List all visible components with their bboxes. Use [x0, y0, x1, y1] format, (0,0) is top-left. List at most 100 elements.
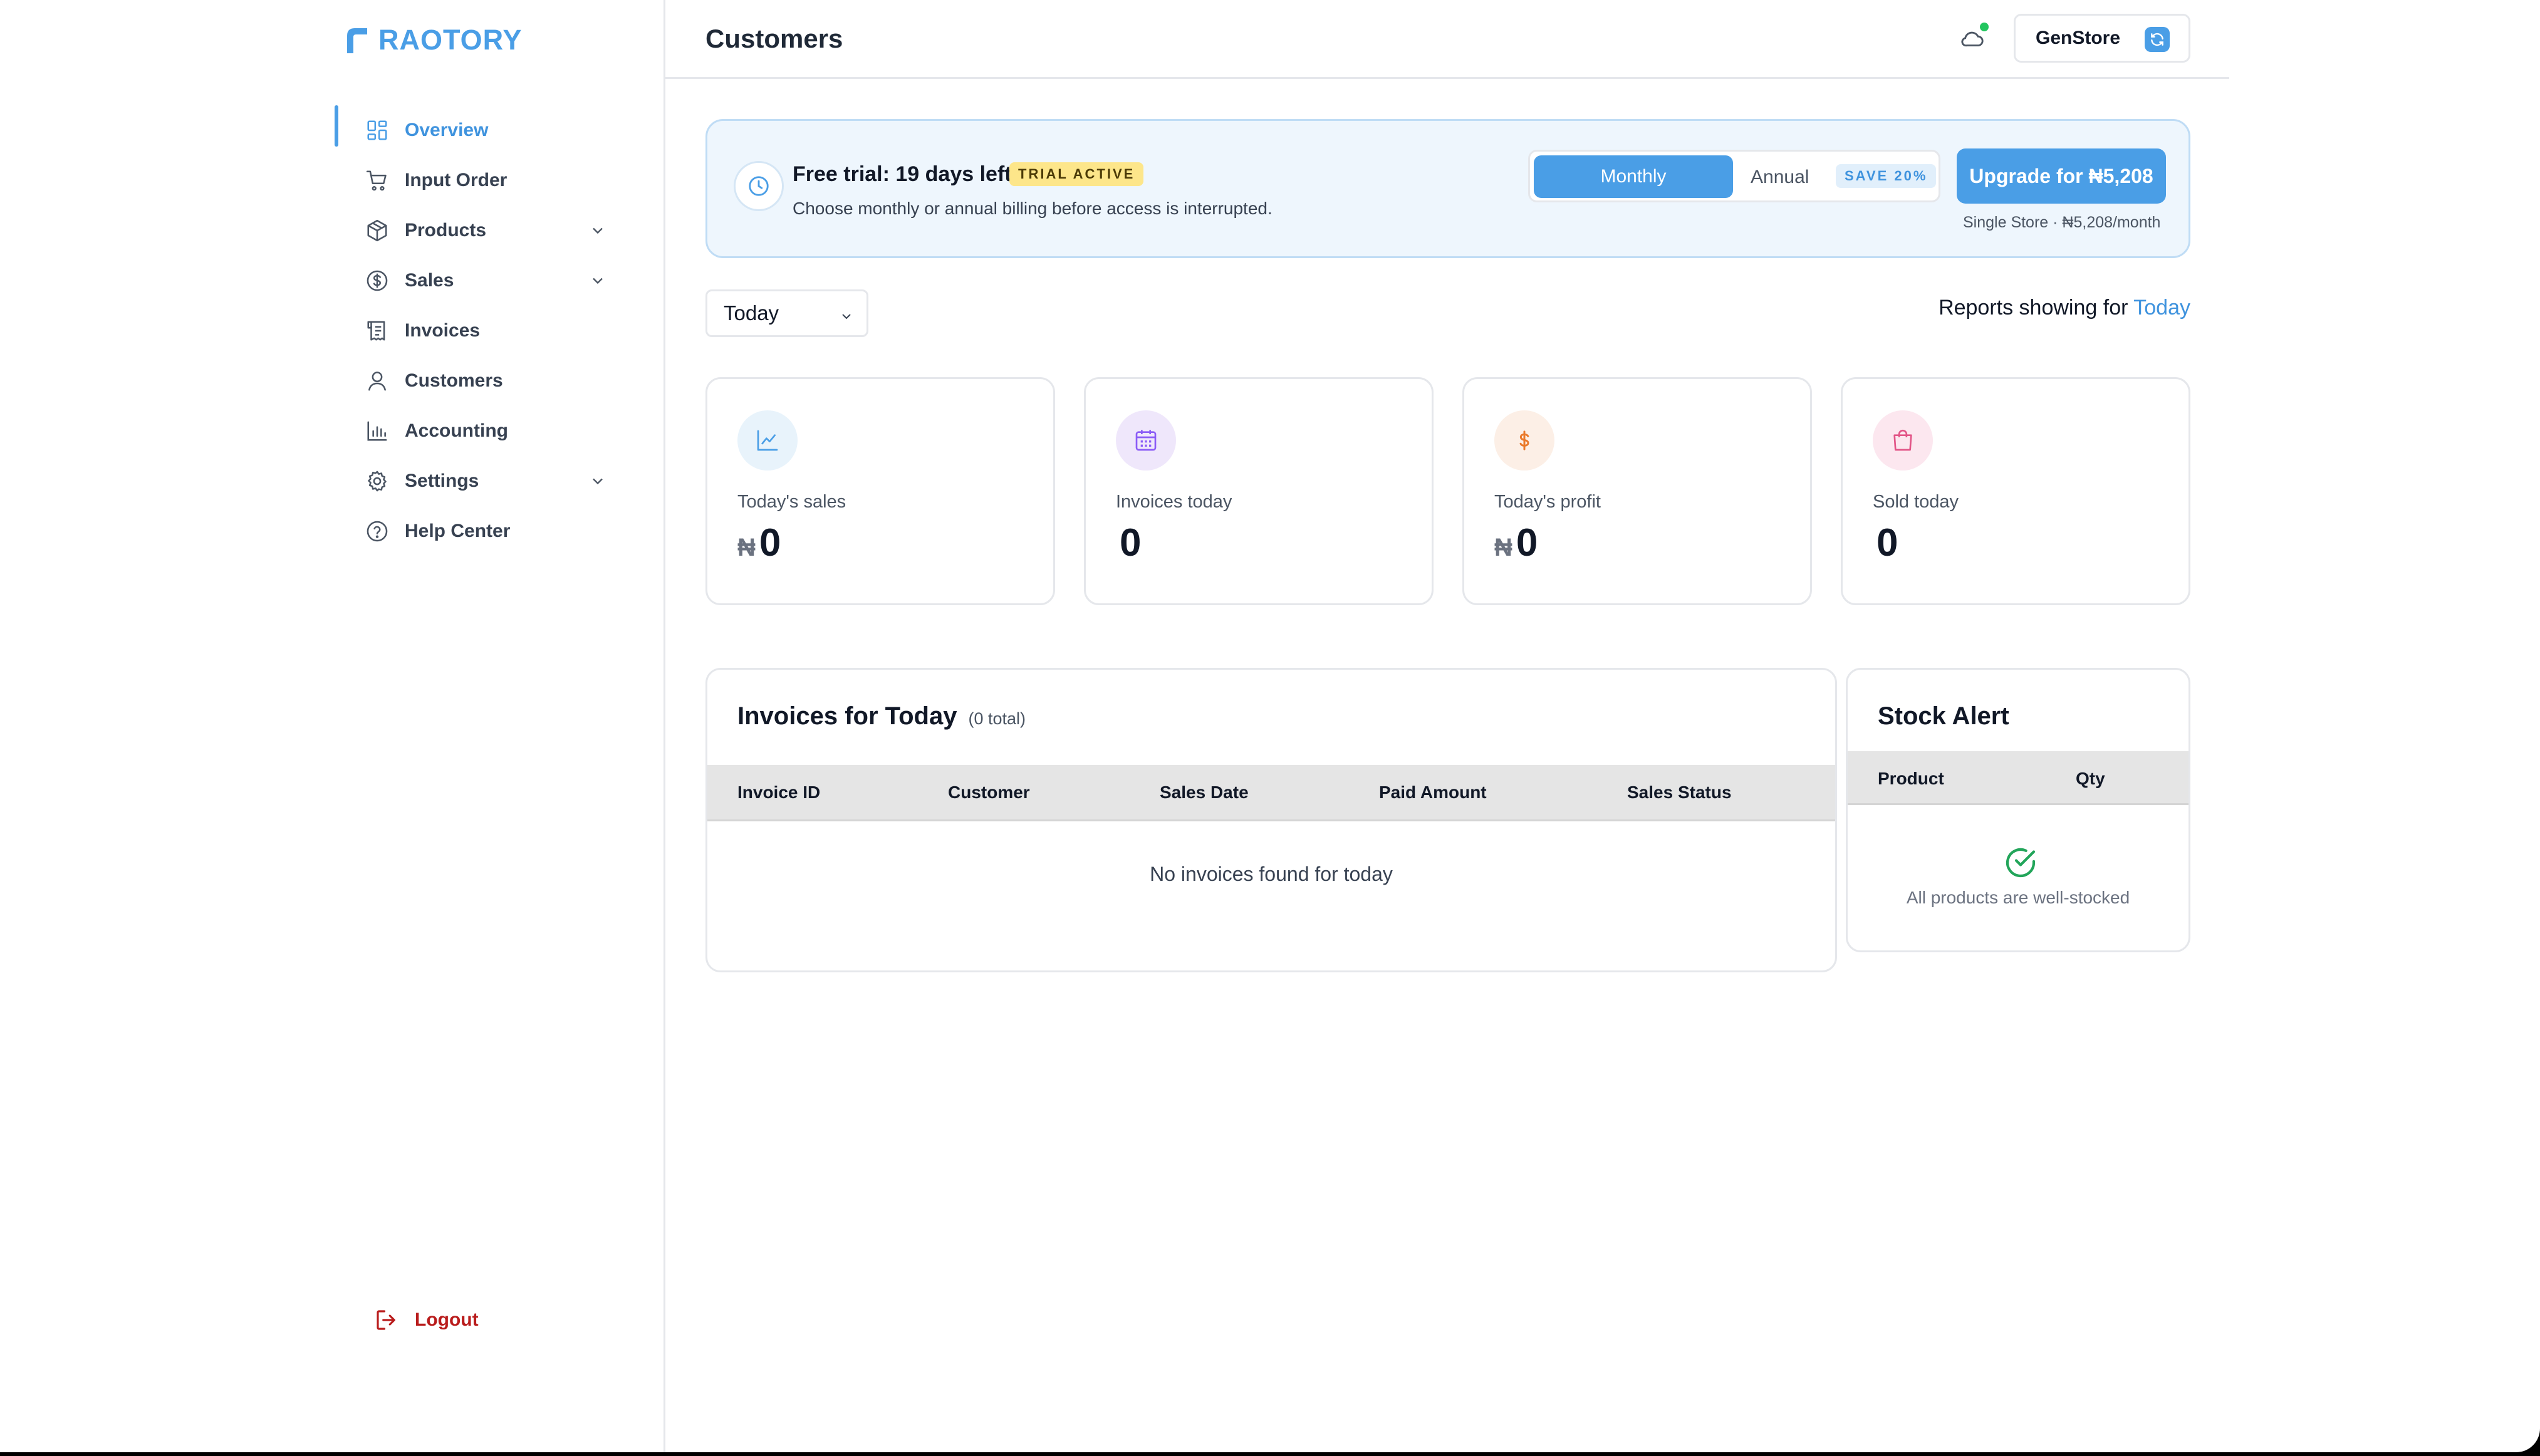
annual-billing-option[interactable]: Annual	[1751, 167, 1809, 188]
shopping-bag-icon	[1873, 410, 1933, 471]
column-header-customer[interactable]: Customer	[948, 783, 1030, 803]
logout-button[interactable]: Logout	[373, 1307, 479, 1333]
invoices-count: (0 total)	[968, 709, 1026, 728]
stat-value: 0	[1873, 521, 1898, 565]
stat-number: 0	[1120, 521, 1142, 564]
stock-table-header: Product Qty	[1848, 751, 2189, 805]
plan-note: Single Store · ₦5,208/month	[1963, 214, 2161, 231]
cart-icon	[365, 168, 390, 193]
stock-alert-title: Stock Alert	[1878, 702, 2009, 730]
user-icon	[365, 368, 390, 393]
chevron-down-icon	[593, 278, 603, 284]
sidebar-item-label: Help Center	[405, 521, 511, 541]
column-header-product[interactable]: Product	[1878, 769, 1944, 789]
grid-icon	[365, 118, 390, 143]
sidebar-item-label: Invoices	[405, 320, 481, 341]
stat-label: Invoices today	[1116, 492, 1232, 512]
chevron-down-icon	[593, 478, 603, 485]
logout-label: Logout	[415, 1309, 479, 1330]
sidebar: RAOTORY Overview Input Order Products Sa…	[0, 0, 665, 1452]
column-header-sales-date[interactable]: Sales Date	[1160, 783, 1249, 803]
brand-mark-icon	[347, 28, 367, 53]
sidebar-item-label: Customers	[405, 370, 503, 391]
check-circle-icon	[2006, 848, 2036, 878]
gear-icon	[365, 469, 390, 494]
save-badge: SAVE 20%	[1836, 164, 1937, 188]
page-title: Customers	[705, 24, 843, 53]
sidebar-item-label: Settings	[405, 471, 479, 491]
brand-logo[interactable]: RAOTORY	[345, 24, 523, 56]
stat-number: 0	[759, 521, 781, 564]
panel-title: Invoices for Today (0 total)	[737, 702, 1026, 731]
sidebar-item-label: Accounting	[405, 420, 508, 441]
currency-symbol: ₦	[737, 534, 756, 561]
help-circle-icon	[365, 519, 390, 544]
date-range-value: Today	[724, 301, 779, 325]
sidebar-item-invoices[interactable]: Invoices	[335, 306, 610, 356]
stat-number: 0	[1876, 521, 1898, 564]
stat-card-sold-today: Sold today 0	[1841, 377, 2190, 605]
bar-chart-icon	[365, 419, 390, 444]
sidebar-item-input-order[interactable]: Input Order	[335, 155, 610, 205]
clock-icon	[734, 161, 784, 211]
trial-subtitle: Choose monthly or annual billing before …	[793, 199, 1273, 218]
column-header-paid-amount[interactable]: Paid Amount	[1379, 783, 1487, 803]
logout-icon	[377, 1310, 395, 1330]
trial-status-badge: TRIAL ACTIVE	[1009, 162, 1144, 186]
empty-state-message: No invoices found for today	[1150, 863, 1393, 885]
box-icon	[365, 218, 390, 243]
stat-value: ₦ 0	[737, 521, 781, 565]
dollar-icon	[1494, 410, 1554, 471]
invoices-today-panel: Invoices for Today (0 total) Invoice ID …	[705, 668, 1837, 972]
stat-card-todays-sales: Today's sales ₦ 0	[705, 377, 1055, 605]
column-header-qty[interactable]: Qty	[2076, 769, 2105, 789]
reports-prefix: Reports showing for	[1939, 296, 2134, 320]
stat-label: Sold today	[1873, 492, 1959, 512]
sidebar-item-products[interactable]: Products	[335, 205, 610, 256]
monthly-billing-option[interactable]: Monthly	[1534, 155, 1733, 198]
currency-symbol: ₦	[1494, 534, 1512, 561]
store-name: GenStore	[2036, 28, 2121, 48]
stat-number: 0	[1516, 521, 1538, 564]
trial-banner: Free trial: 19 days left TRIAL ACTIVE Ch…	[705, 119, 2190, 258]
sidebar-item-accounting[interactable]: Accounting	[335, 406, 610, 456]
chevron-down-icon	[593, 227, 603, 234]
stat-label: Today's profit	[1494, 492, 1601, 512]
column-header-sales-status[interactable]: Sales Status	[1627, 783, 1732, 803]
date-range-select[interactable]: Today	[705, 289, 868, 337]
sidebar-item-label: Input Order	[405, 170, 507, 190]
upgrade-button[interactable]: Upgrade for ₦5,208	[1957, 148, 2166, 204]
top-bar: Customers GenStore	[665, 0, 2229, 79]
online-status-dot	[1980, 23, 1989, 31]
invoices-title: Invoices for Today	[737, 702, 957, 730]
stock-alert-panel: Stock Alert Product Qty All products are…	[1846, 668, 2190, 952]
sidebar-item-label: Sales	[405, 270, 454, 291]
sidebar-nav: Overview Input Order Products Sales Invo…	[335, 105, 610, 556]
reports-period: Today	[2133, 296, 2190, 320]
sync-status-indicator[interactable]	[1959, 23, 1989, 50]
sidebar-item-overview[interactable]: Overview	[335, 105, 610, 155]
refresh-icon[interactable]	[2145, 27, 2170, 52]
brand-name: RAOTORY	[378, 24, 523, 56]
line-chart-icon	[737, 410, 798, 471]
billing-toggle: Monthly Annual SAVE 20%	[1528, 150, 1940, 202]
store-switcher-button[interactable]: GenStore	[2014, 14, 2190, 63]
stat-card-todays-profit: Today's profit ₦ 0	[1462, 377, 1812, 605]
sidebar-item-label: Products	[405, 220, 487, 241]
trial-title: Free trial: 19 days left	[793, 162, 1012, 186]
sidebar-item-sales[interactable]: Sales	[335, 256, 610, 306]
stat-card-invoices-today: Invoices today 0	[1084, 377, 1434, 605]
sidebar-item-settings[interactable]: Settings	[335, 456, 610, 506]
stat-label: Today's sales	[737, 492, 846, 512]
sidebar-item-customers[interactable]: Customers	[335, 356, 610, 406]
reports-period-text: Reports showing for Today	[1939, 296, 2190, 320]
stock-empty-message: All products are well-stocked	[1906, 888, 2130, 907]
stat-value: ₦ 0	[1494, 521, 1538, 565]
app-window: RAOTORY Overview Input Order Products Sa…	[0, 0, 2540, 1452]
chevron-down-icon	[842, 314, 851, 320]
sidebar-item-label: Overview	[405, 120, 489, 140]
column-header-invoice-id[interactable]: Invoice ID	[737, 783, 820, 803]
sidebar-item-help-center[interactable]: Help Center	[335, 506, 610, 556]
invoices-table-header: Invoice ID Customer Sales Date Paid Amou…	[707, 765, 1835, 821]
dollar-circle-icon	[365, 268, 390, 293]
